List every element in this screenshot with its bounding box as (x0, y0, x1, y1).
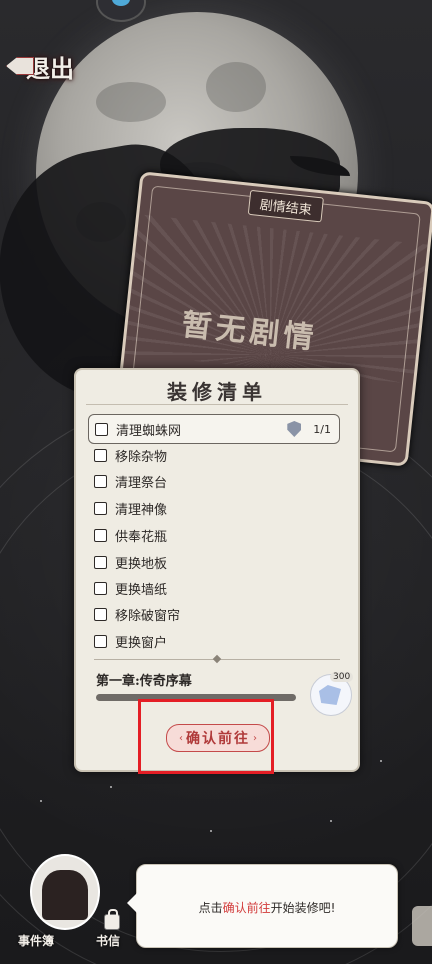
reward-amount: 300 (330, 672, 354, 682)
back-arrow-icon (6, 57, 34, 75)
task-row[interactable]: 更换地板 (88, 549, 340, 575)
highlight-box (138, 699, 274, 774)
hint-text: 点击确认前往开始装修吧! (198, 901, 336, 915)
panel-title: 装修清单 (167, 380, 267, 404)
task-checkbox[interactable] (94, 474, 107, 488)
task-row[interactable]: 移除破窗帘 (88, 601, 340, 627)
task-row[interactable]: 移除杂物 (88, 442, 340, 468)
task-label: 移除杂物 (115, 449, 168, 465)
task-row[interactable]: 更换窗户 (88, 628, 340, 654)
event-book-label[interactable]: 事件簿 (18, 932, 54, 949)
ornament-divider (94, 654, 340, 664)
task-label: 移除破窗帘 (115, 608, 181, 624)
task-row[interactable]: 供奉花瓶 (88, 522, 340, 548)
task-row[interactable]: 清理神像 (88, 495, 340, 521)
side-lock-icon (412, 906, 432, 946)
hint-bubble: 点击确认前往开始装修吧! (127, 864, 398, 948)
chapter-label: 第一章:传奇序幕 (96, 674, 192, 689)
exit-button[interactable]: 退出 (6, 48, 76, 84)
task-checkbox[interactable] (94, 501, 107, 515)
task-checkbox[interactable] (94, 581, 107, 595)
letters-label[interactable]: 书信 (96, 932, 120, 949)
task-label: 清理祭台 (115, 475, 168, 491)
task-checkbox[interactable] (94, 607, 107, 621)
task-checkbox[interactable] (94, 448, 107, 462)
task-row[interactable]: 清理祭台 (88, 468, 340, 494)
shield-icon (287, 421, 302, 437)
task-progress: 1/1 (313, 422, 331, 436)
task-label: 供奉花瓶 (115, 529, 168, 545)
raven-character-icon (42, 870, 88, 920)
task-label: 更换地板 (115, 556, 168, 572)
task-label: 更换墙纸 (115, 582, 168, 598)
task-row[interactable]: 清理蜘蛛网 1/1 (88, 414, 340, 444)
character-avatar[interactable] (30, 854, 100, 930)
lock-icon (104, 909, 120, 930)
task-checkbox[interactable] (94, 528, 107, 542)
task-checkbox[interactable] (94, 634, 107, 648)
task-row[interactable]: 更换墙纸 (88, 575, 340, 601)
task-label: 更换窗户 (115, 635, 168, 651)
task-checkbox[interactable] (95, 422, 108, 436)
bird-icon (112, 0, 130, 6)
task-label: 清理神像 (115, 502, 168, 518)
task-checkbox[interactable] (94, 555, 107, 569)
task-label: 清理蜘蛛网 (116, 423, 182, 439)
